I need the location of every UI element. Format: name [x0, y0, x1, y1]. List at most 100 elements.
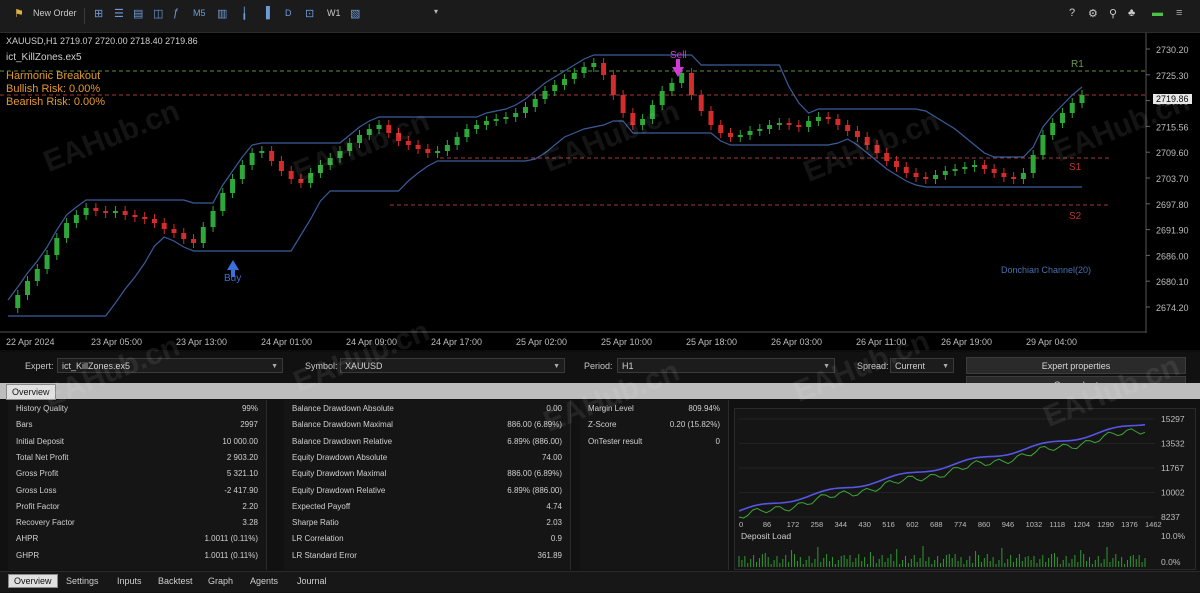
stat-row: Balance Drawdown Maximal 886.00 (6.89%): [284, 418, 570, 433]
grid-icon[interactable]: ☰: [114, 7, 124, 20]
time-tick-label: 22 Apr 2024: [6, 337, 55, 347]
stats-column-drawdown: Balance Drawdown Absolute 0.00 Balance Dra…: [284, 400, 571, 570]
dropdown-arrow-icon[interactable]: ▾: [434, 7, 438, 16]
graph-x-tick: 86: [763, 520, 771, 529]
candle-body: [669, 83, 675, 91]
candle-body: [503, 117, 509, 119]
deposit-load-label: Deposit Load: [741, 531, 791, 541]
notifications-icon[interactable]: ♣: [1128, 7, 1135, 19]
candle-body: [44, 255, 50, 269]
price-chart[interactable]: 2730.202725.302720.382715.562709.602703.…: [0, 33, 1200, 350]
line-chart-icon[interactable]: ▐: [262, 7, 270, 19]
bar-chart-icon[interactable]: ▥: [217, 7, 227, 20]
period-icon[interactable]: ▤: [133, 7, 143, 20]
stat-value: 809.94%: [688, 404, 720, 413]
tester-tab-bar: Overview Settings Inputs Backtest Graph Agent…: [0, 571, 1200, 592]
tab-agents[interactable]: Agents: [250, 576, 278, 586]
candle-body: [444, 145, 450, 151]
candle-body: [200, 227, 206, 243]
candle-body: [1020, 173, 1026, 179]
stat-row: Bars 2997: [8, 418, 266, 433]
tab-inputs[interactable]: Inputs: [117, 576, 142, 586]
candle-body: [522, 107, 528, 113]
price-tick-label: 2703.70: [1156, 174, 1189, 184]
candle-body: [103, 211, 109, 213]
timeframe-d[interactable]: D: [285, 8, 292, 18]
candles-icon[interactable]: ╽: [241, 7, 248, 20]
toolbar-divider: [84, 8, 85, 24]
stat-value: 886.00 (6.89%): [507, 469, 562, 479]
candle-body: [259, 151, 265, 153]
graph-x-tick: 602: [906, 520, 919, 529]
indicator-icon[interactable]: ƒ: [173, 7, 179, 19]
tab-backtest[interactable]: Backtest: [158, 576, 193, 586]
candle-body: [679, 73, 685, 83]
stat-row: Recovery Factor 3.28: [8, 516, 266, 531]
candle-body: [562, 79, 568, 85]
menu-icon[interactable]: ≡: [1176, 7, 1182, 19]
candle-body: [806, 121, 812, 127]
candle-body: [845, 125, 851, 131]
candle-body: [210, 211, 216, 227]
stat-row: Profit Factor 2.20: [8, 500, 266, 515]
timeframe-m5[interactable]: M5: [193, 8, 206, 18]
candle-body: [728, 133, 734, 137]
candle-body: [552, 85, 558, 91]
candle-body: [181, 233, 187, 239]
tab-settings[interactable]: Settings: [66, 576, 99, 586]
stat-key: AHPR: [16, 534, 39, 544]
zoom-icon[interactable]: ⊡: [305, 7, 314, 20]
graph-x-tick: 1290: [1097, 520, 1114, 529]
expert-label: Expert:: [25, 361, 54, 371]
candle-body: [581, 67, 587, 73]
stat-key: Expected Payoff: [292, 501, 351, 511]
main-toolbar: ⚑ New Order ⊞ ☰ ▤ ◫ ƒ M5 ▥ ╽ ▐ D ⊡ W1 ▧ …: [0, 0, 1200, 33]
new-order-button[interactable]: New Order: [33, 8, 77, 18]
stat-row: Expected Payoff 4.74: [284, 500, 570, 515]
graph-x-tick: 860: [978, 520, 991, 529]
template-icon[interactable]: ◫: [153, 7, 163, 20]
candle-body: [425, 149, 431, 153]
stat-value: 10 000.00: [222, 436, 258, 446]
candle-body: [1069, 103, 1075, 113]
graph-x-tick: 688: [930, 520, 943, 529]
candle-body: [698, 95, 704, 111]
graph-x-tick: 1032: [1026, 520, 1043, 529]
stat-key: Balance Drawdown Relative: [292, 436, 393, 446]
symbol-line-text: XAUUSD,H1 2719.07 2720.00 2718.40 2719.8…: [6, 36, 198, 46]
time-tick-label: 25 Apr 18:00: [686, 337, 737, 347]
candle-body: [249, 153, 255, 165]
buy-label: Buy: [224, 273, 242, 284]
chart-type-icon[interactable]: ▧: [350, 7, 360, 20]
graph-y-tick: 15297: [1161, 414, 1185, 424]
tab-overview[interactable]: Overview: [8, 574, 58, 588]
candle-body: [776, 123, 782, 125]
search-icon[interactable]: ⚲: [1109, 7, 1117, 20]
candle-body: [610, 75, 616, 95]
stat-row: Initial Deposit 10 000.00: [8, 435, 266, 450]
new-order-icon[interactable]: ⚑: [14, 7, 24, 20]
symbol-info: XAUUSD,H1 2719.07 2720.00 2718.40 2719.8…: [6, 36, 198, 46]
crosshair-icon[interactable]: ⊞: [94, 7, 103, 20]
stat-key: Profit Factor: [16, 501, 60, 511]
candle-body: [903, 167, 909, 173]
tab-journal[interactable]: Journal: [297, 576, 327, 586]
candle-body: [483, 121, 489, 125]
candle-body: [132, 215, 138, 217]
candle-body: [112, 211, 118, 213]
tab-graph[interactable]: Graph: [208, 576, 233, 586]
stat-key: Balance Drawdown Absolute: [292, 404, 394, 413]
stat-key: Equity Drawdown Maximal: [292, 469, 387, 479]
candle-body: [513, 113, 519, 117]
help-icon[interactable]: ?: [1069, 7, 1075, 19]
candle-body: [542, 91, 548, 99]
candle-body: [288, 171, 294, 179]
timeframe-w1[interactable]: W1: [327, 8, 341, 18]
stat-value: -2 417.90: [224, 485, 258, 495]
settings-icon[interactable]: ⚙: [1088, 7, 1098, 20]
graph-x-tick: 172: [787, 520, 800, 529]
candle-body: [493, 119, 499, 121]
stat-row: Equity Drawdown Maximal 886.00 (6.89%): [284, 467, 570, 482]
candle-body: [15, 295, 21, 308]
time-tick-label: 29 Apr 04:00: [1026, 337, 1077, 347]
